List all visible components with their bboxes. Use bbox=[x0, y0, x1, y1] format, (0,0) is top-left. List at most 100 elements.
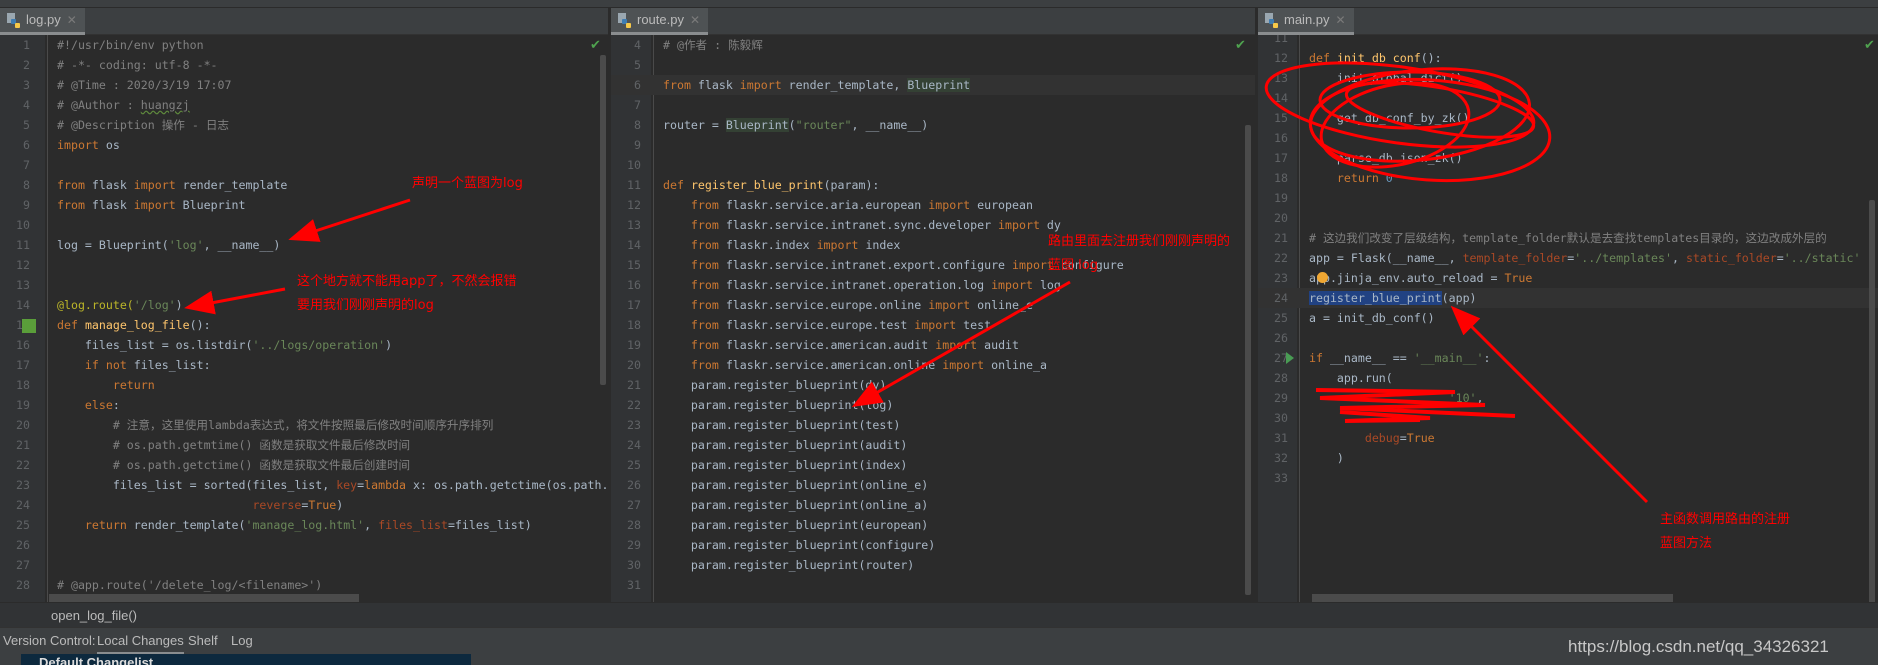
code-line[interactable]: 11 def register_blue_print(param): bbox=[611, 175, 1255, 195]
code-line[interactable]: 6 import os bbox=[0, 135, 608, 155]
code-line[interactable]: 27 bbox=[0, 555, 608, 575]
code-line[interactable]: 21 # 这边我们改变了层级结构，template_folder默认是去查找tem… bbox=[1258, 228, 1878, 248]
close-icon[interactable]: ✕ bbox=[67, 8, 77, 32]
code-line[interactable]: 16 from flaskr.service.intranet.operatio… bbox=[611, 275, 1255, 295]
code-line[interactable]: 11 log = Blueprint('log', __name__) bbox=[0, 235, 608, 255]
inspection-ok-icon[interactable]: ✔ bbox=[590, 38, 601, 53]
code-line[interactable]: 18 from flaskr.service.europe.test impor… bbox=[611, 315, 1255, 335]
code-line[interactable]: 21 param.register_blueprint(dy) bbox=[611, 375, 1255, 395]
code-line[interactable]: 26 bbox=[0, 535, 608, 555]
code-line[interactable]: 31 bbox=[611, 575, 1255, 595]
vertical-scrollbar[interactable] bbox=[1869, 200, 1875, 602]
code-line[interactable]: 30 param.register_blueprint(router) bbox=[611, 555, 1255, 575]
code-area[interactable]: 1 #!/usr/bin/env python 2 # -*- coding: utf… bbox=[0, 35, 608, 602]
code-line[interactable]: 1 #!/usr/bin/env python bbox=[0, 35, 608, 55]
code-line[interactable]: 19 else: bbox=[0, 395, 608, 415]
code-line[interactable]: 15 get_db_conf_by_zk() bbox=[1258, 108, 1878, 128]
horizontal-scrollbar[interactable] bbox=[1312, 594, 1673, 602]
tab-local-changes[interactable]: Local Changes bbox=[97, 633, 184, 655]
code-line[interactable]: 3 # @Time : 2020/3/19 17:07 bbox=[0, 75, 608, 95]
code-area[interactable]: 4 # @作者 : 陈毅辉 5 6 from flask import render_t… bbox=[611, 35, 1255, 602]
code-line[interactable]: 17 if not files_list: bbox=[0, 355, 608, 375]
code-line[interactable]: 10 bbox=[0, 215, 608, 235]
code-line[interactable]: 26 param.register_blueprint(online_e) bbox=[611, 475, 1255, 495]
code-line[interactable]: 28 param.register_blueprint(european) bbox=[611, 515, 1255, 535]
code-line[interactable]: 25 return render_template('manage_log.ht… bbox=[0, 515, 608, 535]
code-line[interactable]: 28 app.run( bbox=[1258, 368, 1878, 388]
code-line[interactable]: 13 init_global_dict() bbox=[1258, 68, 1878, 88]
close-icon[interactable]: ✕ bbox=[1336, 8, 1346, 32]
code-line[interactable]: 20 from flaskr.service.american.online i… bbox=[611, 355, 1255, 375]
tab-log-py[interactable]: log.py ✕ bbox=[0, 8, 85, 35]
code-line[interactable]: 31 debug=True bbox=[1258, 428, 1878, 448]
code-line[interactable]: 26 bbox=[1258, 328, 1878, 348]
code-line[interactable]: 16 files_list = os.listdir('../logs/oper… bbox=[0, 335, 608, 355]
code-line[interactable]: 19 from flaskr.service.american.audit im… bbox=[611, 335, 1255, 355]
code-line[interactable]: 30 bbox=[1258, 408, 1878, 428]
code-line[interactable]: 17 parse_db_json_zk() bbox=[1258, 148, 1878, 168]
code-line[interactable]: 19 bbox=[1258, 188, 1878, 208]
code-line[interactable]: 12 from flaskr.service.aria.european imp… bbox=[611, 195, 1255, 215]
code-line[interactable]: 24 param.register_blueprint(audit) bbox=[611, 435, 1255, 455]
code-line[interactable]: 5 bbox=[611, 55, 1255, 75]
code-line[interactable]: 20 bbox=[1258, 208, 1878, 228]
code-line[interactable]: 16 bbox=[1258, 128, 1878, 148]
code-line[interactable]: 18 return bbox=[0, 375, 608, 395]
tab-route-py[interactable]: route.py ✕ bbox=[611, 8, 709, 35]
code-line[interactable]: 20 # 注意，这里使用lambda表达式，将文件按照最后修改时间顺序升序排列 bbox=[0, 415, 608, 435]
code-line[interactable]: 22 # os.path.getctime() 函数是获取文件最后创建时间 bbox=[0, 455, 608, 475]
inspection-ok-icon[interactable]: ✔ bbox=[1864, 38, 1875, 53]
code-line[interactable]: 2 # -*- coding: utf-8 -*- bbox=[0, 55, 608, 75]
code-line[interactable]: 27 if __name__ == '__main__': bbox=[1258, 348, 1878, 368]
code-line[interactable]: 15def manage_log_file(): bbox=[0, 315, 608, 335]
line-number: 13 bbox=[1274, 71, 1288, 85]
lightbulb-icon[interactable] bbox=[1317, 272, 1328, 283]
code-line[interactable]: 28 # @app.route('/delete_log/<filename>') bbox=[0, 575, 608, 595]
code-line[interactable]: 6 from flask import render_template, Blue… bbox=[611, 75, 1255, 95]
line-number: 12 bbox=[16, 258, 30, 272]
run-icon[interactable] bbox=[1286, 352, 1294, 364]
code-line[interactable]: 10 bbox=[611, 155, 1255, 175]
code-line[interactable]: 12 def init_db_conf(): bbox=[1258, 48, 1878, 68]
code-line[interactable]: 29 '10', bbox=[1258, 388, 1878, 408]
changelist-row[interactable]: Default Changelist bbox=[21, 654, 471, 665]
tab-main-py[interactable]: main.py ✕ bbox=[1258, 8, 1354, 35]
handler-gutter-icon[interactable] bbox=[22, 319, 36, 333]
breadcrumb-function[interactable]: open_log_file() bbox=[51, 603, 137, 628]
code-line[interactable]: 11 bbox=[1258, 35, 1878, 48]
code-line[interactable]: 14 bbox=[1258, 88, 1878, 108]
breadcrumb[interactable]: open_log_file() bbox=[0, 602, 1878, 627]
code-line[interactable]: 23 app.jinja_env.auto_reload = True bbox=[1258, 268, 1878, 288]
code-line[interactable]: 18 return 0 bbox=[1258, 168, 1878, 188]
vertical-scrollbar[interactable] bbox=[600, 55, 606, 385]
code-line[interactable]: 23 files_list = sorted(files_list, key=l… bbox=[0, 475, 608, 495]
code-line[interactable]: 7 bbox=[611, 95, 1255, 115]
code-line[interactable]: 15 from flaskr.service.intranet.export.c… bbox=[611, 255, 1255, 275]
code-line[interactable]: 29 param.register_blueprint(configure) bbox=[611, 535, 1255, 555]
code-line[interactable]: 9 from flask import Blueprint bbox=[0, 195, 608, 215]
code-line[interactable]: 24 register_blue_print(app) bbox=[1258, 288, 1878, 308]
code-line[interactable]: 25 a = init_db_conf() bbox=[1258, 308, 1878, 328]
code-line[interactable]: 24 reverse=True) bbox=[0, 495, 608, 515]
code-line[interactable]: 5 # @Description 操作 - 日志 bbox=[0, 115, 608, 135]
code-line[interactable]: 32 ) bbox=[1258, 448, 1878, 468]
tab-shelf[interactable]: Shelf bbox=[188, 633, 218, 648]
code-text: from flaskr.service.europe.test import t… bbox=[663, 315, 991, 335]
horizontal-scrollbar[interactable] bbox=[49, 594, 359, 602]
code-line[interactable]: 21 # os.path.getmtime() 函数是获取文件最后修改时间 bbox=[0, 435, 608, 455]
code-line[interactable]: 33 bbox=[1258, 468, 1878, 488]
code-line[interactable]: 27 param.register_blueprint(online_a) bbox=[611, 495, 1255, 515]
code-line[interactable]: 4 # @作者 : 陈毅辉 bbox=[611, 35, 1255, 55]
code-line[interactable]: 9 bbox=[611, 135, 1255, 155]
close-icon[interactable]: ✕ bbox=[690, 8, 700, 32]
code-line[interactable]: 22 param.register_blueprint(log) bbox=[611, 395, 1255, 415]
code-line[interactable]: 17 from flaskr.service.europe.online imp… bbox=[611, 295, 1255, 315]
tab-log[interactable]: Log bbox=[231, 633, 253, 648]
code-line[interactable]: 22 app = Flask(__name__, template_folder =… bbox=[1258, 248, 1878, 268]
vertical-scrollbar[interactable] bbox=[1245, 125, 1251, 595]
inspection-ok-icon[interactable]: ✔ bbox=[1235, 38, 1246, 53]
code-line[interactable]: 23 param.register_blueprint(test) bbox=[611, 415, 1255, 435]
code-line[interactable]: 8 router = Blueprint("router", __name__) bbox=[611, 115, 1255, 135]
code-line[interactable]: 25 param.register_blueprint(index) bbox=[611, 455, 1255, 475]
code-line[interactable]: 4 # @Author : huangzj bbox=[0, 95, 608, 115]
